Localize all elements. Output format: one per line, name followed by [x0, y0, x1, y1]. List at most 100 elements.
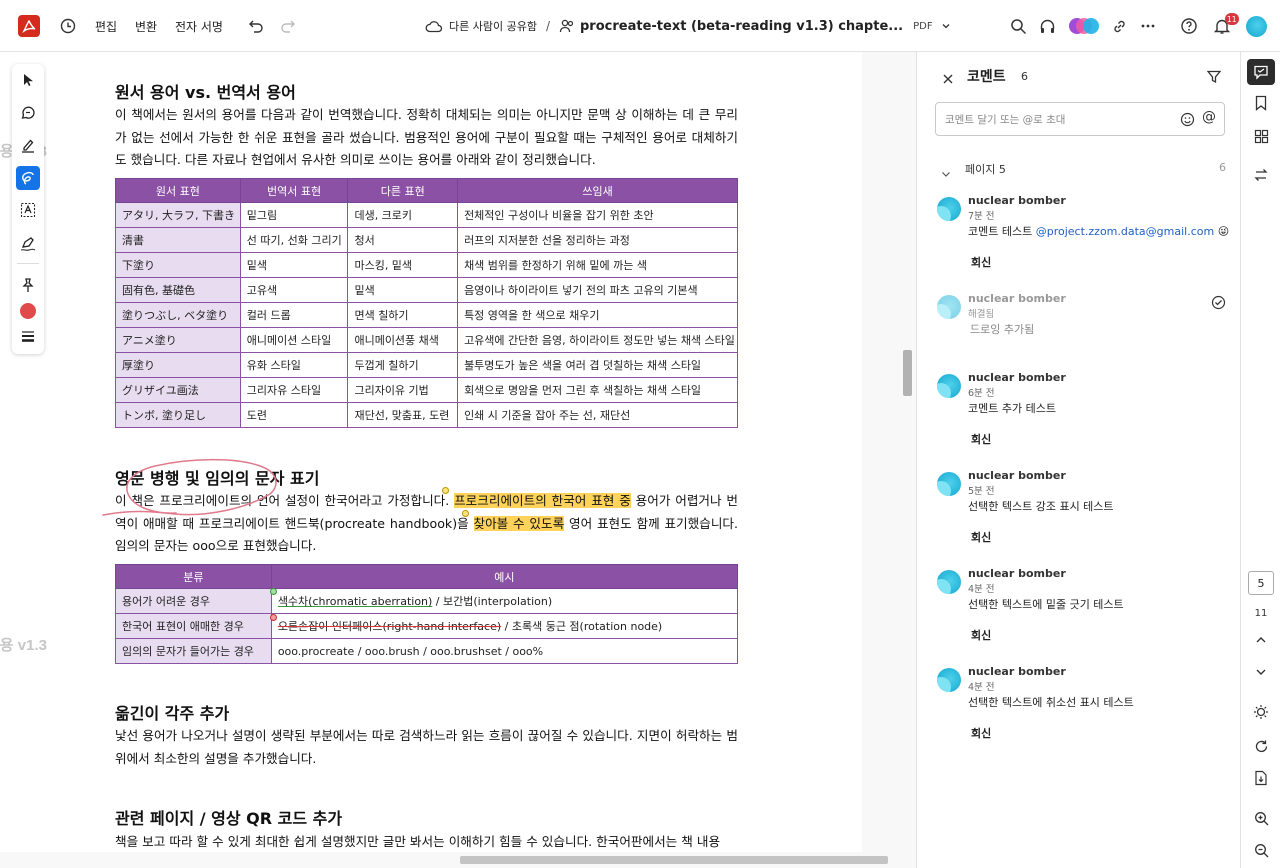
acrobat-logo[interactable]	[18, 0, 40, 52]
right-rail: 5 11	[1240, 52, 1280, 868]
comment-marker-strikethrough[interactable]	[270, 614, 277, 621]
cell-translated: 도련	[239, 402, 349, 428]
check-circle-icon	[1211, 295, 1226, 310]
zoom-out-button[interactable]	[1251, 840, 1271, 860]
notation-category: 한국어 표현이 애매한 경우	[115, 613, 272, 639]
bookmarks-button[interactable]	[1251, 93, 1271, 113]
text-box-tool[interactable]	[16, 198, 40, 222]
pin-tool[interactable]	[16, 273, 40, 297]
comment-input[interactable]: 코멘트 달기 또는 @로 초대 @	[935, 102, 1225, 136]
redo-button[interactable]	[280, 0, 296, 52]
color-picker[interactable]	[16, 299, 40, 323]
terms-table-header: 원서 표현 번역서 표현 다른 표현 쓰임새	[115, 178, 738, 203]
comment-count: 6	[1021, 70, 1028, 83]
comment-marker-highlight-2[interactable]	[462, 510, 469, 517]
highlighted-text-2[interactable]: 찾아볼 수 있도록	[473, 515, 565, 531]
terms-header-usage: 쓰임새	[457, 178, 738, 203]
comment-marker-underline[interactable]	[270, 588, 277, 595]
reply-button[interactable]: 회신	[971, 627, 991, 643]
strikethrough-text[interactable]: 오른손잡이 인터페이스(right-hand interface)	[278, 620, 501, 633]
comments-panel-button[interactable]	[1247, 59, 1275, 85]
menu-edit[interactable]: 편집	[95, 0, 117, 52]
clock-icon	[60, 18, 76, 34]
close-panel-button[interactable]	[942, 70, 954, 89]
comment-text[interactable]: 코멘트 테스트 @project.zzom.data@gmail.com 😜	[968, 223, 1229, 239]
page-number-input[interactable]: 5	[1248, 571, 1274, 595]
cell-original: トンボ, 塗り足し	[115, 402, 241, 428]
notation-example-rest: / 보간법(interpolation)	[432, 595, 553, 608]
section-title-footnotes: 옮긴이 각주 추가	[115, 704, 230, 723]
extract-page-button[interactable]	[1251, 768, 1271, 788]
comment-text[interactable]: 선택한 텍스트에 밑줄 긋기 테스트	[968, 596, 1124, 612]
compare-button[interactable]	[1251, 165, 1271, 185]
terms-table: 원서 표현 번역서 표현 다른 표현 쓰임새 アタリ, 大ラフ, 下書き 밑그림 데…	[115, 178, 738, 428]
notification-badge: 11	[1225, 13, 1239, 25]
avatar	[937, 295, 961, 319]
cell-other: 그리자이유 기법	[347, 377, 459, 403]
zoom-in-button[interactable]	[1251, 808, 1271, 828]
freehand-drawing-annotation[interactable]	[95, 454, 285, 529]
search-button[interactable]	[1010, 0, 1027, 52]
sign-tool[interactable]	[16, 231, 40, 255]
reply-button[interactable]: 회신	[971, 529, 991, 545]
reply-button[interactable]: 회신	[971, 725, 991, 741]
highlight-tool[interactable]	[16, 133, 40, 157]
comment-tool[interactable]	[16, 101, 40, 125]
display-mode-button[interactable]	[1251, 702, 1271, 722]
menu-esign[interactable]: 전자 서명	[175, 0, 223, 52]
comment-text[interactable]: 드로잉 추가됨	[970, 321, 1034, 337]
cell-translated: 고유색	[239, 277, 349, 303]
previous-page-button[interactable]	[1251, 630, 1271, 650]
stroke-width-tool[interactable]	[16, 324, 40, 348]
draw-tool[interactable]	[16, 166, 40, 190]
read-aloud-button[interactable]	[1039, 0, 1056, 52]
menu-convert[interactable]: 변환	[135, 0, 157, 52]
collapse-page-group[interactable]	[941, 164, 951, 183]
section-body-qr[interactable]: 책을 보고 따라 할 수 있게 최대한 쉽게 설명했지만 글만 봐서는 이해하기…	[115, 831, 738, 852]
more-options-button[interactable]	[1140, 0, 1156, 52]
rotate-button[interactable]	[1251, 736, 1271, 756]
link-button[interactable]	[1111, 0, 1128, 52]
comment-author: nuclear bomber	[968, 665, 1066, 678]
thumbnails-button[interactable]	[1251, 126, 1271, 146]
horizontal-scrollbar[interactable]	[460, 856, 888, 864]
notifications-button[interactable]: 11	[1213, 0, 1239, 52]
resolved-check-button[interactable]	[1211, 295, 1226, 314]
account-avatar[interactable]	[1246, 0, 1267, 52]
comment-text[interactable]: 선택한 텍스트 강조 표시 테스트	[968, 498, 1114, 514]
vertical-scrollbar[interactable]	[903, 350, 912, 396]
comment-text[interactable]: 코멘트 추가 테스트	[968, 400, 1056, 416]
filter-button[interactable]	[1206, 69, 1222, 88]
chevron-down-icon[interactable]	[941, 21, 951, 31]
highlighter-icon	[22, 139, 34, 153]
select-tool[interactable]	[16, 68, 40, 92]
table-row: 下塗り 밑색 마스킹, 밑색 채색 범위를 한정하기 위해 밑에 까는 색	[115, 252, 738, 278]
headphones-icon	[1040, 19, 1055, 33]
comment-marker-highlight-1[interactable]	[442, 487, 449, 494]
reply-button[interactable]: 회신	[971, 431, 991, 447]
help-button[interactable]	[1180, 0, 1198, 52]
undo-icon	[249, 20, 263, 33]
cell-translated: 유화 스타일	[239, 352, 349, 378]
emoji-button[interactable]	[1180, 112, 1195, 131]
panel-title: 코멘트	[967, 69, 1006, 85]
notation-example[interactable]: 오른손잡이 인터페이스(right-hand interface) / 초록색 …	[270, 613, 739, 639]
table-row: 한국어 표현이 애매한 경우 오른손잡이 인터페이스(right-hand in…	[115, 613, 739, 639]
ai-assistant-button[interactable]	[1067, 0, 1101, 52]
notation-header-category: 분류	[115, 564, 272, 589]
link-icon	[1114, 20, 1125, 32]
reply-button[interactable]: 회신	[971, 254, 991, 270]
comment-mention[interactable]: @project.zzom.data@gmail.com	[1036, 225, 1214, 238]
filter-icon	[1206, 70, 1222, 84]
section-body-footnotes[interactable]: 낯선 용어가 나오거나 설명이 생략된 부분에서는 따로 검색하느라 읽는 흐름…	[115, 725, 738, 770]
next-page-button[interactable]	[1251, 662, 1271, 682]
highlighted-text-1[interactable]: 프로크리에이트의 한국어 표현 중	[454, 493, 631, 508]
underlined-text[interactable]: 색수차(chromatic aberration)	[278, 595, 433, 608]
share-status[interactable]: 다른 사람이 공유함 / procreate-text (beta-readin…	[425, 0, 951, 52]
mention-at-icon[interactable]: @	[1202, 109, 1216, 125]
comment-text[interactable]: 선택한 텍스트에 취소선 표시 테스트	[968, 694, 1134, 710]
undo-button[interactable]	[248, 0, 264, 52]
home-button[interactable]	[59, 0, 77, 52]
section-body-terms[interactable]: 이 책에서는 원서의 용어를 다음과 같이 번역했습니다. 정확히 대체되는 의…	[115, 104, 738, 172]
notation-example[interactable]: 색수차(chromatic aberration) / 보간법(interpol…	[270, 588, 739, 614]
